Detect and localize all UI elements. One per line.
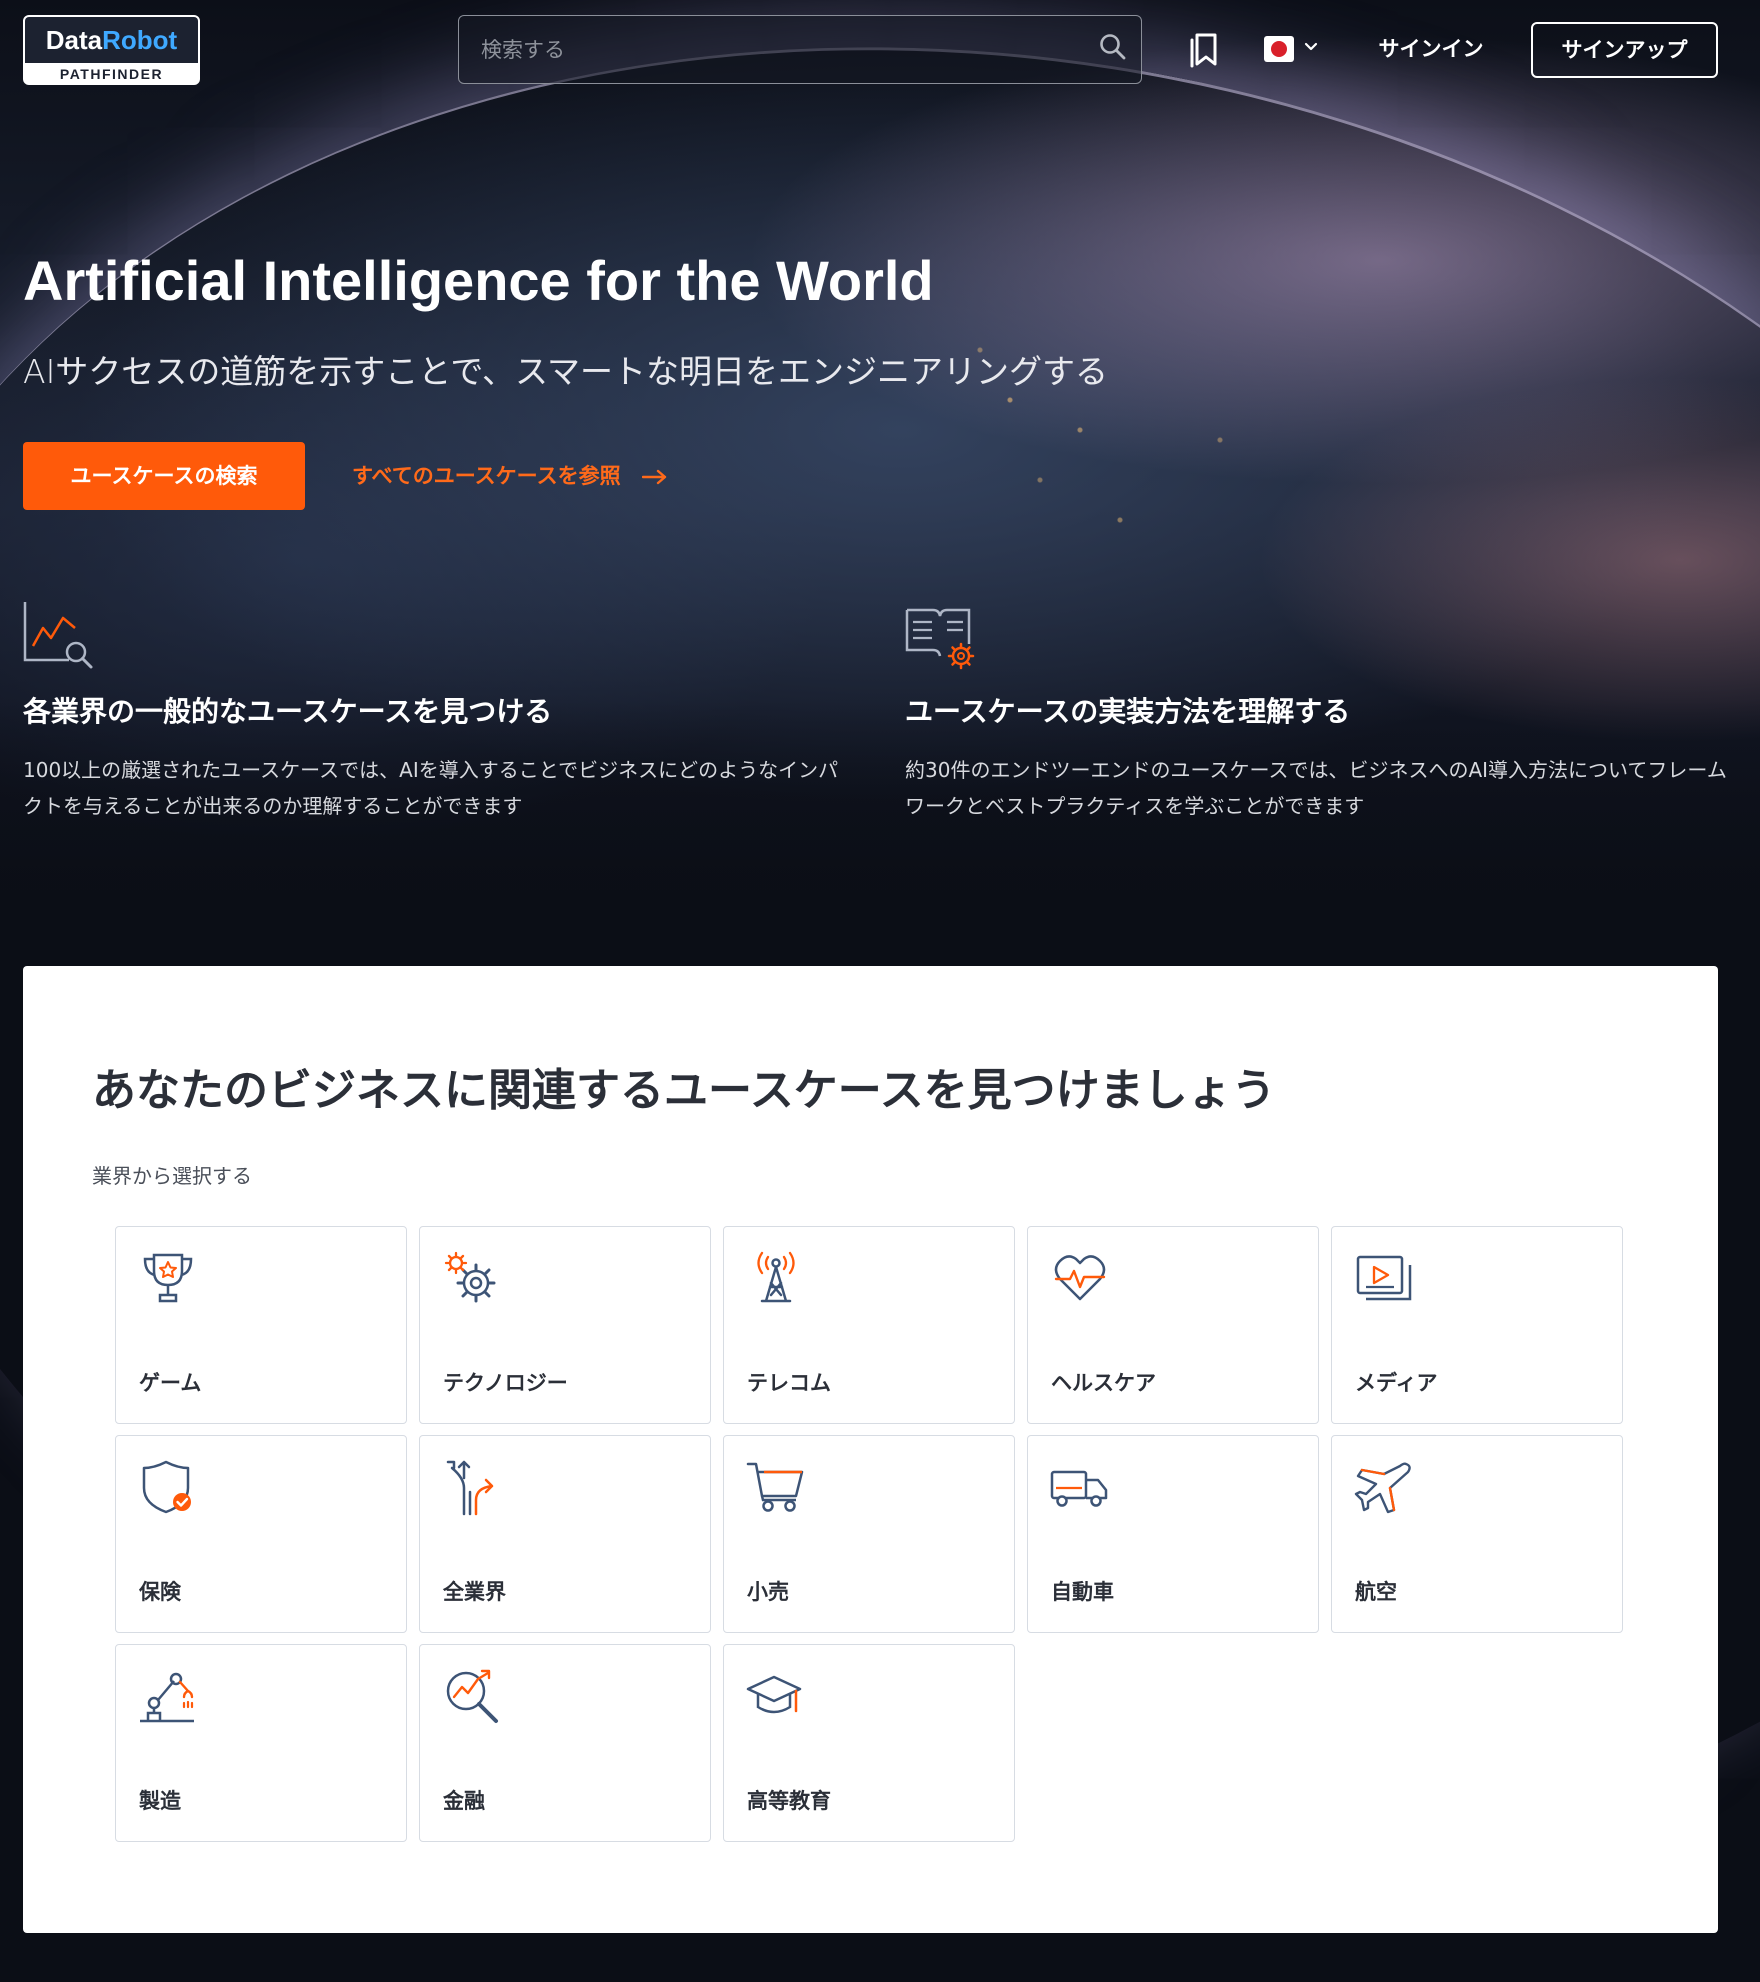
signin-link[interactable]: サインイン — [1374, 32, 1488, 66]
industry-card-label: テレコム — [747, 1371, 831, 1395]
industry-card-finance[interactable]: 金融 — [419, 1644, 711, 1842]
industry-grid: ゲーム テクノロジー テレコム ヘルスケア メディア 保険 全業界 小売 自動車… — [115, 1226, 1625, 1842]
hero-title: Artificial Intelligence for the World — [23, 249, 934, 312]
hero-subtitle: AIサクセスの道筋を示すことで、スマートな明日をエンジニアリングする — [23, 352, 1109, 391]
search-input[interactable] — [481, 34, 1041, 66]
top-navigation: DataRobot PATHFINDER サインイン サインアップ — [0, 0, 1760, 96]
diverging-arrows-icon — [446, 1460, 494, 1516]
industry-card-higher-education[interactable]: 高等教育 — [723, 1644, 1015, 1842]
industry-card-gaming[interactable]: ゲーム — [115, 1226, 407, 1424]
datarobot-pathfinder-logo[interactable]: Data Robot PATHFINDER — [23, 15, 200, 85]
browse-all-use-cases-link[interactable]: すべてのユースケースを参照 — [352, 459, 692, 493]
industry-card-label: テクノロジー — [443, 1371, 568, 1395]
shield-check-icon — [142, 1460, 191, 1514]
truck-icon — [1050, 1470, 1108, 1507]
industry-card-media[interactable]: メディア — [1331, 1226, 1623, 1424]
japan-flag-icon — [1264, 36, 1294, 62]
shopping-cart-icon — [746, 1462, 804, 1512]
industry-card-label: 航空 — [1355, 1580, 1397, 1604]
industry-panel-title: あなたのビジネスに関連するユースケースを見つけましょう — [92, 1065, 1276, 1116]
antenna-tower-icon — [757, 1251, 795, 1303]
search-bar — [458, 15, 1142, 84]
browse-all-use-cases-label: すべてのユースケースを参照 — [352, 464, 621, 488]
trophy-icon — [143, 1253, 193, 1303]
industry-card-manufacturing[interactable]: 製造 — [115, 1644, 407, 1842]
search-icon[interactable] — [1098, 32, 1128, 62]
signup-button[interactable]: サインアップ — [1531, 22, 1718, 78]
industry-card-label: 製造 — [139, 1789, 181, 1813]
industry-card-all-industries[interactable]: 全業界 — [419, 1435, 711, 1633]
heartbeat-icon — [1054, 1255, 1106, 1301]
graduation-cap-icon — [746, 1675, 802, 1714]
logo-wordmark: Data Robot — [25, 17, 198, 63]
industry-card-telecom[interactable]: テレコム — [723, 1226, 1015, 1424]
industry-card-insurance[interactable]: 保険 — [115, 1435, 407, 1633]
feature-description: 100以上の厳選されたユースケースでは、AIを導入することでビジネスにどのような… — [23, 758, 839, 818]
industry-card-automotive[interactable]: 自動車 — [1027, 1435, 1319, 1633]
feature-title: ユースケースの実装方法を理解する — [905, 695, 1351, 728]
media-play-icon — [1356, 1255, 1412, 1301]
industry-card-healthcare[interactable]: ヘルスケア — [1027, 1226, 1319, 1424]
logo-text-data: Data — [45, 24, 103, 55]
industry-card-label: ヘルスケア — [1051, 1371, 1156, 1395]
industry-card-aviation[interactable]: 航空 — [1331, 1435, 1623, 1633]
airplane-icon — [1354, 1462, 1411, 1514]
industry-card-label: 高等教育 — [747, 1789, 831, 1813]
feature-description: 約30件のエンドツーエンドのユースケースでは、ビジネスへのAI導入方法についてフ… — [905, 758, 1727, 818]
industry-panel-subtitle: 業界から選択する — [92, 1164, 252, 1188]
logo-text-robot: Robot — [102, 24, 178, 55]
feature-understand-implementation: ユースケースの実装方法を理解する 約30件のエンドツーエンドのユースケースでは、… — [905, 600, 1735, 824]
page: DataRobot PATHFINDER サインイン サインアップ Artifi… — [0, 0, 1760, 1982]
industry-card-label: メディア — [1355, 1371, 1438, 1395]
chevron-down-icon — [1304, 42, 1318, 51]
search-use-cases-button[interactable]: ユースケースの検索 — [23, 442, 305, 510]
industry-card-retail[interactable]: 小売 — [723, 1435, 1015, 1633]
industry-card-label: ゲーム — [139, 1371, 202, 1395]
industry-card-label: 小売 — [747, 1580, 789, 1604]
industry-card-label: 全業界 — [443, 1580, 506, 1604]
industry-card-label: 金融 — [443, 1789, 485, 1813]
bookmarks-icon[interactable] — [1188, 32, 1220, 68]
chart-search-icon — [23, 602, 93, 669]
language-selector[interactable] — [1264, 34, 1322, 64]
arrow-right-icon — [641, 469, 667, 485]
industry-card-label: 保険 — [139, 1580, 181, 1604]
magnifier-chart-icon — [446, 1669, 498, 1723]
book-gear-icon — [905, 608, 975, 670]
logo-subtitle: PATHFINDER — [59, 66, 164, 82]
industry-card-technology[interactable]: テクノロジー — [419, 1226, 711, 1424]
industry-card-label: 自動車 — [1051, 1580, 1114, 1604]
feature-find-use-cases: 各業界の一般的なユースケースを見つける 100以上の厳選されたユースケースでは、… — [23, 600, 853, 824]
robot-arm-icon — [140, 1672, 194, 1723]
gears-icon — [444, 1251, 496, 1303]
feature-title: 各業界の一般的なユースケースを見つける — [23, 695, 553, 728]
